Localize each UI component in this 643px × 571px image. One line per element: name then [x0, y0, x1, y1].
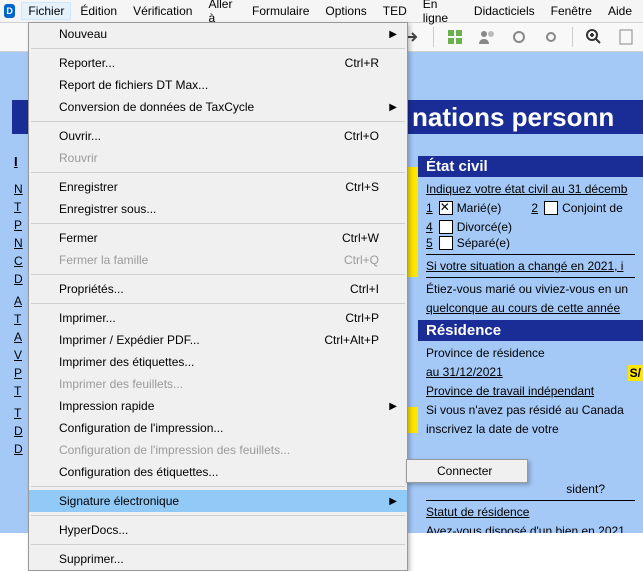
- section-etat-civil: État civil: [418, 156, 643, 177]
- menu-aide[interactable]: Aide: [601, 2, 639, 20]
- option-conjoint[interactable]: 2Conjoint de: [531, 200, 622, 216]
- etat-civil-prompt[interactable]: Indiquez votre état civil au 31 décemb: [426, 181, 635, 197]
- province-travail-link[interactable]: Province de travail indépendant: [426, 383, 635, 399]
- menu-didacticiels[interactable]: Didacticiels: [467, 2, 542, 20]
- option-separe[interactable]: 5Séparé(e): [426, 235, 510, 251]
- mi-proprietes[interactable]: Propriétés...Ctrl+I: [29, 278, 407, 300]
- non-reside-label: Si vous n'avez pas résidé au Canada: [426, 402, 635, 418]
- mi-imprimer-pdf[interactable]: Imprimer / Expédier PDF...Ctrl+Alt+P: [29, 329, 407, 351]
- mi-hyperdocs[interactable]: HyperDocs...: [29, 519, 407, 541]
- signature-submenu: Connecter: [406, 459, 528, 483]
- checkbox-marie[interactable]: [439, 201, 453, 215]
- mi-supprimer[interactable]: Supprimer...: [29, 548, 407, 570]
- checkbox-conjoint[interactable]: [544, 201, 558, 215]
- mi-impression-rapide[interactable]: Impression rapide▶: [29, 395, 407, 417]
- situation-change-link[interactable]: Si votre situation a changé en 2021, i: [426, 258, 635, 274]
- option-divorce[interactable]: 4Divorcé(e): [426, 219, 512, 235]
- people-icon[interactable]: [476, 26, 498, 48]
- mi-fermer-famille: Fermer la familleCtrl+Q: [29, 249, 407, 271]
- mi-nouveau[interactable]: Nouveau▶: [29, 23, 407, 45]
- doc-icon[interactable]: [615, 26, 637, 48]
- mi-rouvrir: Rouvrir: [29, 147, 407, 169]
- left-gutter-letters: N T P N C D A T A V P T T D D: [14, 182, 23, 456]
- inscrivez-date-label: inscrivez la date de votre: [426, 421, 635, 437]
- etiez-vous-marie: Étiez-vous marié ou viviez-vous en un: [426, 281, 635, 297]
- province-residence-label: Province de résidence: [426, 345, 635, 361]
- section-i-header: I: [14, 154, 18, 169]
- so-badge: S/: [628, 365, 643, 381]
- option-marie[interactable]: 1Marié(e): [426, 200, 501, 216]
- mi-config-imp-feuillets: Configuration de l'impression des feuill…: [29, 439, 407, 461]
- mi-imprimer-feuillets: Imprimer des feuillets...: [29, 373, 407, 395]
- chevron-right-icon: ▶: [389, 29, 397, 40]
- dispose-bien-label: Avez-vous disposé d'un bien en 2021: [426, 523, 635, 533]
- checkbox-separe[interactable]: [439, 236, 453, 250]
- mi-config-impression[interactable]: Configuration de l'impression...: [29, 417, 407, 439]
- mi-reporter[interactable]: Reporter...Ctrl+R: [29, 52, 407, 74]
- menu-fichier[interactable]: Fichier: [21, 2, 71, 20]
- menu-edition[interactable]: Édition: [73, 2, 124, 20]
- checkbox-divorce[interactable]: [439, 220, 453, 234]
- menu-verification[interactable]: Vérification: [126, 2, 199, 20]
- file-menu-dropdown: Nouveau▶ Reporter...Ctrl+R Report de fic…: [28, 22, 408, 571]
- menu-en-ligne[interactable]: En ligne: [416, 0, 465, 27]
- chevron-right-icon: ▶: [389, 102, 397, 113]
- statut-residence-link[interactable]: Statut de résidence: [426, 504, 635, 520]
- mi-enregistrer-sous[interactable]: Enregistrer sous...: [29, 198, 407, 220]
- menubar: D Fichier Édition Vérification Aller à F…: [0, 0, 643, 23]
- mi-config-etiquettes[interactable]: Configuration des étiquettes...: [29, 461, 407, 483]
- mi-imprimer[interactable]: Imprimer...Ctrl+P: [29, 307, 407, 329]
- mi-connecter[interactable]: Connecter: [407, 460, 527, 482]
- tools-icon[interactable]: [508, 26, 530, 48]
- grid-icon[interactable]: [444, 26, 466, 48]
- menu-fenetre[interactable]: Fenêtre: [544, 2, 599, 20]
- mi-signature[interactable]: Signature électronique▶: [29, 490, 407, 512]
- chevron-right-icon: ▶: [389, 401, 397, 412]
- menu-options[interactable]: Options: [318, 2, 373, 20]
- mi-imprimer-etiquettes[interactable]: Imprimer des étiquettes...: [29, 351, 407, 373]
- menu-formulaire[interactable]: Formulaire: [245, 2, 316, 20]
- mi-fermer[interactable]: FermerCtrl+W: [29, 227, 407, 249]
- section-residence: Résidence: [418, 320, 643, 341]
- link-icon[interactable]: [540, 26, 562, 48]
- sident-label: sident?: [426, 481, 635, 497]
- chevron-right-icon: ▶: [389, 496, 397, 507]
- au-date-link[interactable]: au 31/12/2021: [426, 364, 635, 380]
- quelconque-link[interactable]: quelconque au cours de cette année: [426, 300, 635, 316]
- mi-report-dtmax[interactable]: Report de fichiers DT Max...: [29, 74, 407, 96]
- app-icon: D: [4, 4, 15, 18]
- mi-ouvrir[interactable]: Ouvrir...Ctrl+O: [29, 125, 407, 147]
- menu-ted[interactable]: TED: [376, 2, 414, 20]
- zoom-in-icon[interactable]: [583, 26, 605, 48]
- mi-enregistrer[interactable]: EnregistrerCtrl+S: [29, 176, 407, 198]
- mi-conversion[interactable]: Conversion de données de TaxCycle▶: [29, 96, 407, 118]
